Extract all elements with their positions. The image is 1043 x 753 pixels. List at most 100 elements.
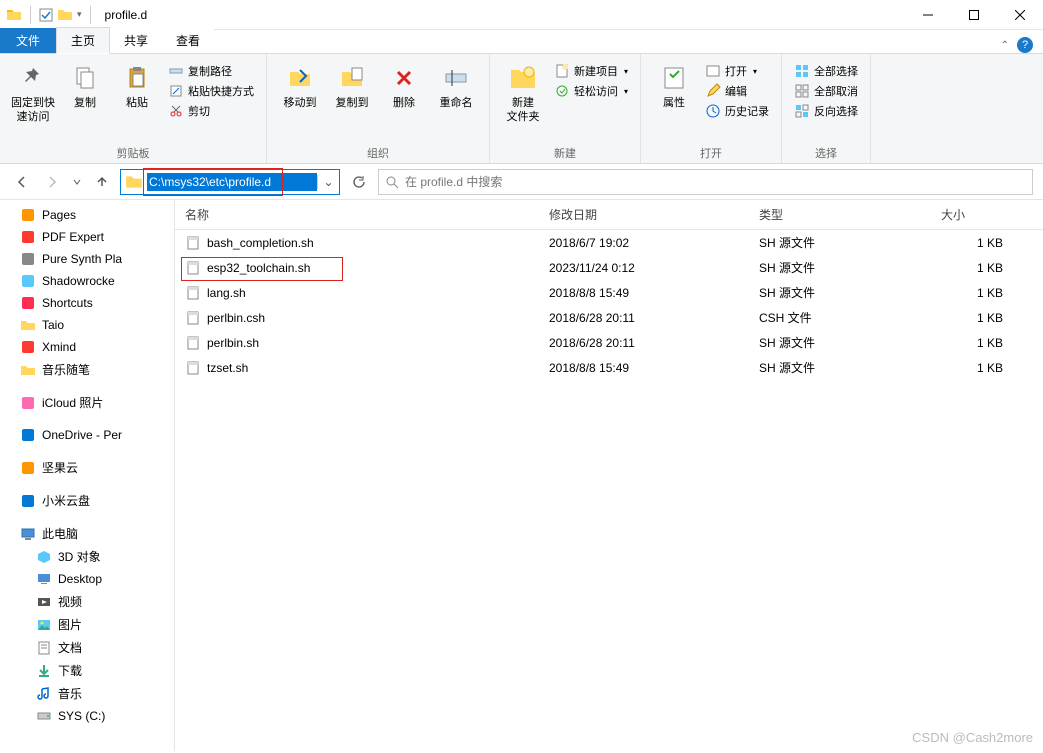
sidebar-item[interactable]: Pages <box>0 204 174 226</box>
col-size[interactable]: 大小 <box>931 200 1043 230</box>
file-icon <box>185 335 201 351</box>
up-button[interactable] <box>90 170 114 194</box>
col-name[interactable]: 名称 <box>175 200 539 230</box>
edit-button[interactable]: 编辑 <box>701 82 773 100</box>
address-input[interactable] <box>147 173 317 191</box>
col-type[interactable]: 类型 <box>749 200 931 230</box>
open-button[interactable]: 打开▾ <box>701 62 773 80</box>
address-dropdown-icon[interactable]: ⌄ <box>317 175 339 189</box>
help-icon[interactable]: ? <box>1017 37 1033 53</box>
file-row[interactable]: perlbin.csh 2018/6/28 20:11 CSH 文件 1 KB <box>175 305 1043 330</box>
titlebar: ▾ profile.d <box>0 0 1043 30</box>
window-title: profile.d <box>105 8 148 22</box>
ribbon-collapse-icon[interactable]: ⌃ <box>1001 40 1009 51</box>
copy-path-button[interactable]: 复制路径 <box>164 62 258 80</box>
sidebar-item[interactable]: Pure Synth Pla <box>0 248 174 270</box>
properties-button[interactable]: 属性 <box>649 58 699 110</box>
paste-button[interactable]: 粘贴 <box>112 58 162 110</box>
file-list[interactable]: 名称 修改日期 类型 大小 bash_completion.sh 2018/6/… <box>175 200 1043 751</box>
sidebar-item[interactable]: PDF Expert <box>0 226 174 248</box>
sidebar-item[interactable]: 坚果云 <box>0 456 174 479</box>
copy-button[interactable]: 复制 <box>60 58 110 110</box>
cut-button[interactable]: 剪切 <box>164 102 258 120</box>
file-row[interactable]: perlbin.sh 2018/6/28 20:11 SH 源文件 1 KB <box>175 330 1043 355</box>
mi-icon <box>20 493 36 509</box>
sidebar-item[interactable]: 视频 <box>0 590 174 613</box>
refresh-button[interactable] <box>346 169 372 195</box>
copy-to-button[interactable]: 复制到 <box>327 58 377 110</box>
rename-icon <box>440 62 472 94</box>
sidebar-item[interactable]: Shadowrocke <box>0 270 174 292</box>
qat-folder-icon[interactable] <box>57 7 73 23</box>
folder-icon <box>20 362 36 378</box>
sidebar-item[interactable]: 3D 对象 <box>0 545 174 568</box>
rocket-icon <box>20 273 36 289</box>
sidebar-item[interactable]: Shortcuts <box>0 292 174 314</box>
file-row[interactable]: tzset.sh 2018/8/8 15:49 SH 源文件 1 KB <box>175 355 1043 380</box>
sidebar-this-pc[interactable]: 此电脑 <box>0 522 174 545</box>
select-none-button[interactable]: 全部取消 <box>790 82 862 100</box>
tab-view[interactable]: 查看 <box>162 27 214 53</box>
recent-dropdown[interactable] <box>70 170 84 194</box>
properties-icon <box>658 62 690 94</box>
sidebar-item[interactable]: Desktop <box>0 568 174 590</box>
sidebar-item[interactable]: SYS (C:) <box>0 705 174 727</box>
search-box[interactable]: 在 profile.d 中搜索 <box>378 169 1033 195</box>
selectall-icon <box>794 63 810 79</box>
navbar: ⌄ 在 profile.d 中搜索 <box>0 164 1043 200</box>
sidebar-item[interactable]: iCloud 照片 <box>0 391 174 414</box>
shortcuts-icon <box>20 295 36 311</box>
history-button[interactable]: 历史记录 <box>701 102 773 120</box>
pages-icon <box>20 207 36 223</box>
sidebar-item[interactable]: Taio <box>0 314 174 336</box>
tab-file[interactable]: 文件 <box>0 28 56 53</box>
tab-home[interactable]: 主页 <box>56 27 110 54</box>
col-date[interactable]: 修改日期 <box>539 200 749 230</box>
music-icon <box>36 686 52 702</box>
shortcut-icon <box>168 83 184 99</box>
new-folder-button[interactable]: 新建 文件夹 <box>498 58 548 124</box>
move-to-button[interactable]: 移动到 <box>275 58 325 110</box>
new-item-button[interactable]: 新建项目▾ <box>550 62 632 80</box>
sidebar-item[interactable]: 图片 <box>0 613 174 636</box>
file-row[interactable]: bash_completion.sh 2018/6/7 19:02 SH 源文件… <box>175 230 1043 256</box>
ribbon-group-organize: 移动到 复制到 删除 重命名 组织 <box>267 54 490 163</box>
file-icon <box>185 260 201 276</box>
sidebar-item[interactable]: 文档 <box>0 636 174 659</box>
paste-shortcut-button[interactable]: 粘贴快捷方式 <box>164 82 258 100</box>
sidebar-item[interactable]: OneDrive - Per <box>0 424 174 446</box>
folder-icon <box>20 317 36 333</box>
sidebar[interactable]: PagesPDF ExpertPure Synth PlaShadowrocke… <box>0 200 175 751</box>
sidebar-item[interactable]: 音乐随笔 <box>0 358 174 381</box>
sidebar-item[interactable]: 音乐 <box>0 682 174 705</box>
file-row[interactable]: lang.sh 2018/8/8 15:49 SH 源文件 1 KB <box>175 280 1043 305</box>
minimize-button[interactable] <box>905 0 951 30</box>
pictures-icon <box>36 617 52 633</box>
delete-button[interactable]: 删除 <box>379 58 429 110</box>
sidebar-item[interactable]: 小米云盘 <box>0 489 174 512</box>
nut-icon <box>20 460 36 476</box>
ribbon-group-clipboard: 固定到快 速访问 复制 粘贴 复制路径 粘贴快捷方式 剪切 剪贴板 <box>0 54 267 163</box>
forward-button[interactable] <box>40 170 64 194</box>
pin-button[interactable]: 固定到快 速访问 <box>8 58 58 124</box>
qat-checkbox-icon[interactable] <box>39 8 53 22</box>
select-all-button[interactable]: 全部选择 <box>790 62 862 80</box>
qat-dropdown-icon[interactable]: ▾ <box>77 9 82 20</box>
sidebar-item[interactable]: 下载 <box>0 659 174 682</box>
rename-button[interactable]: 重命名 <box>431 58 481 110</box>
file-row[interactable]: esp32_toolchain.sh 2023/11/24 0:12 SH 源文… <box>175 255 1043 280</box>
sidebar-item[interactable]: Xmind <box>0 336 174 358</box>
disk-icon <box>36 708 52 724</box>
back-button[interactable] <box>10 170 34 194</box>
xmind-icon <box>20 339 36 355</box>
invert-select-button[interactable]: 反向选择 <box>790 102 862 120</box>
close-button[interactable] <box>997 0 1043 30</box>
newfolder-icon <box>507 62 539 94</box>
search-placeholder: 在 profile.d 中搜索 <box>405 173 502 190</box>
folder-icon <box>6 7 22 23</box>
easy-access-button[interactable]: 轻松访问▾ <box>550 82 632 100</box>
maximize-button[interactable] <box>951 0 997 30</box>
address-bar[interactable]: ⌄ <box>120 169 340 195</box>
tab-share[interactable]: 共享 <box>110 27 162 53</box>
easyaccess-icon <box>554 83 570 99</box>
